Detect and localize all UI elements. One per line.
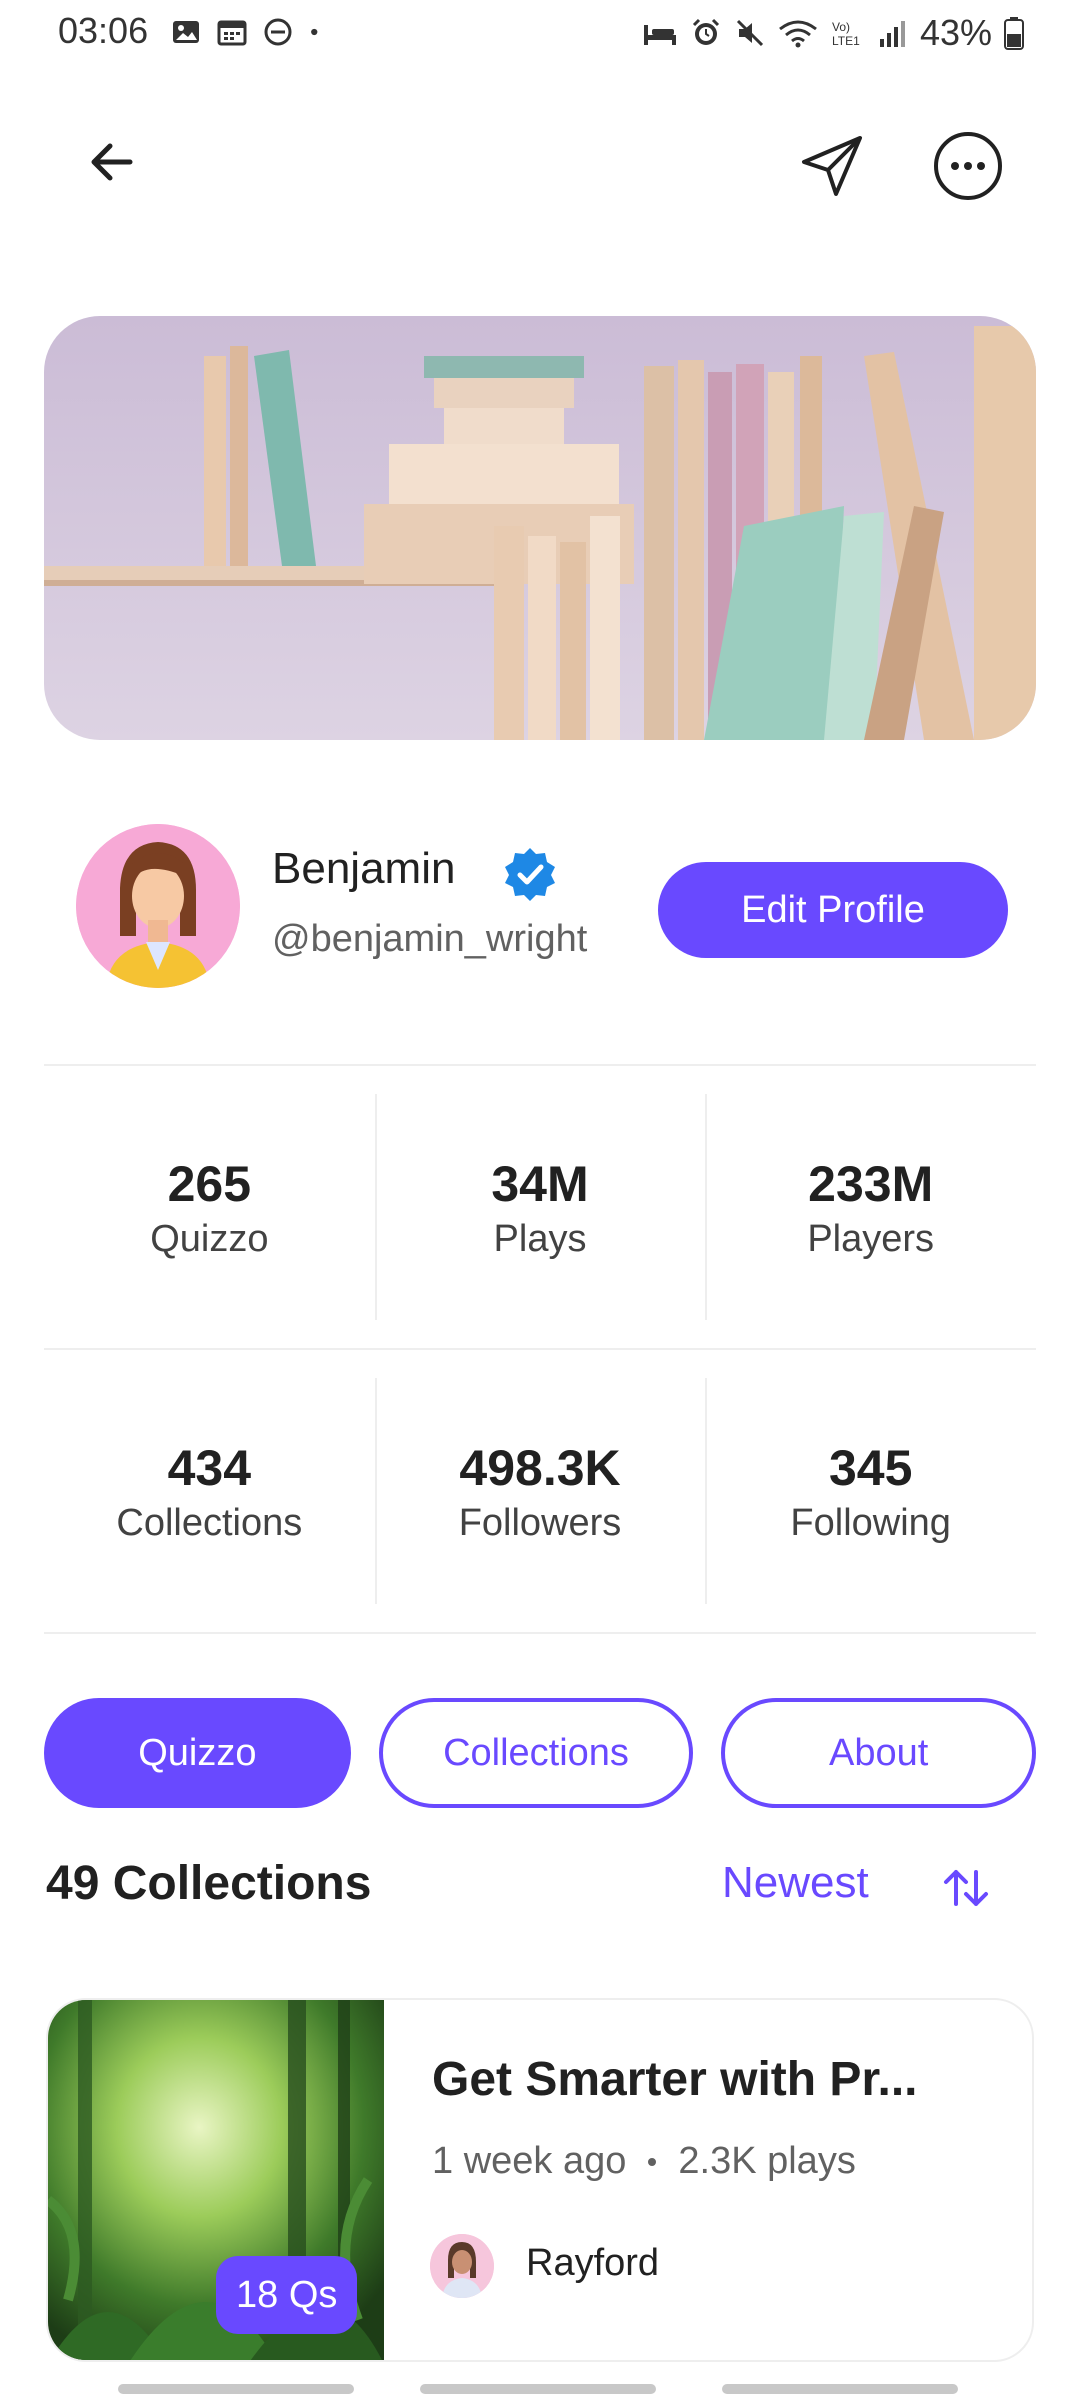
sort-dropdown[interactable]: Newest [722,1858,869,1908]
stat-label: Followers [458,1501,622,1544]
stat-following[interactable]: 345 Following [705,1378,1036,1604]
question-count-badge: 18 Qs [216,2256,358,2334]
divider [44,1064,1036,1066]
signal-icon [879,21,905,47]
volte-icon: Vo) LTE1 [832,20,860,48]
status-left-icons [170,16,328,48]
stat-label: Players [807,1217,935,1260]
status-time: 03:06 [58,10,149,51]
collection-card[interactable]: 18 Qs Get Smarter with Pr... 1 week ago … [46,1998,1034,2362]
tab-about[interactable]: About [721,1698,1037,1808]
author-avatar [430,2234,494,2298]
stat-collections[interactable]: 434 Collections [44,1378,375,1604]
separator-dot [648,2157,657,2166]
profile-name: Benjamin [272,844,456,893]
stat-followers[interactable]: 498.3K Followers [374,1378,706,1604]
stat-label: Quizzo [150,1217,269,1260]
stat-value: 498.3K [459,1439,621,1496]
svg-text:Vo): Vo) [832,20,850,34]
author-name: Rayford [526,2242,660,2284]
battery-text: 43% [919,12,992,53]
stat-value: 265 [167,1155,252,1212]
alarm-icon [692,18,719,45]
section-title: 49 Collections [46,1857,372,1910]
stat-value: 233M [808,1155,934,1212]
verified-badge-icon [505,848,555,901]
collection-plays: 2.3K plays [678,2140,856,2182]
collection-time: 1 week ago [432,2140,627,2182]
back-button[interactable] [80,130,144,194]
divider [44,1632,1036,1634]
more-icon [934,132,1002,200]
nav-bar-indicator [118,2384,354,2394]
stat-label: Following [790,1501,951,1544]
status-right: Vo) LTE1 43% [642,12,1024,54]
stat-value: 34M [491,1155,589,1212]
wifi-icon [779,20,817,48]
tab-collections[interactable]: Collections [378,1698,694,1808]
profile-tabs: Quizzo Collections About [44,1698,1037,1808]
sort-icon[interactable] [940,1862,992,1914]
stat-label: Collections [116,1501,303,1544]
stat-value: 434 [167,1439,252,1496]
stat-plays[interactable]: 34M Plays [374,1094,706,1320]
status-bar: 03:06 Vo) LTE1 43% [0,0,1080,70]
stat-label: Plays [493,1217,587,1260]
more-button[interactable] [932,130,1004,202]
collection-meta: 1 week ago 2.3K plays [432,2140,856,2183]
battery-icon [1004,17,1024,50]
collection-thumbnail: 18 Qs [48,2000,384,2360]
calendar-icon [217,20,247,46]
stats-row-1: 265 Quizzo 34M Plays 233M Players [44,1094,1036,1320]
share-button[interactable] [796,130,868,202]
cover-image [44,316,1036,740]
nav-bar-indicator [420,2384,656,2394]
back-arrow-icon [91,143,133,181]
stats-row-2: 434 Collections 498.3K Followers 345 Fol… [44,1378,1036,1604]
stat-players[interactable]: 233M Players [705,1094,1036,1320]
dot-icon [311,28,318,36]
image-icon [173,21,199,43]
profile-handle: @benjamin_wright [272,918,588,960]
avatar[interactable] [76,824,240,988]
mute-icon [736,19,763,47]
send-icon [802,136,862,196]
edit-profile-button[interactable]: Edit Profile [658,862,1008,958]
divider [44,1348,1036,1350]
bed-icon [643,25,676,45]
stat-value: 345 [828,1439,913,1496]
svg-text:LTE1: LTE1 [832,34,860,48]
dnd-icon [264,18,292,46]
stat-quizzo[interactable]: 265 Quizzo [44,1094,375,1320]
tab-quizzo[interactable]: Quizzo [44,1698,351,1808]
collection-title: Get Smarter with Pr... [432,2053,918,2106]
nav-bar-indicator [722,2384,958,2394]
